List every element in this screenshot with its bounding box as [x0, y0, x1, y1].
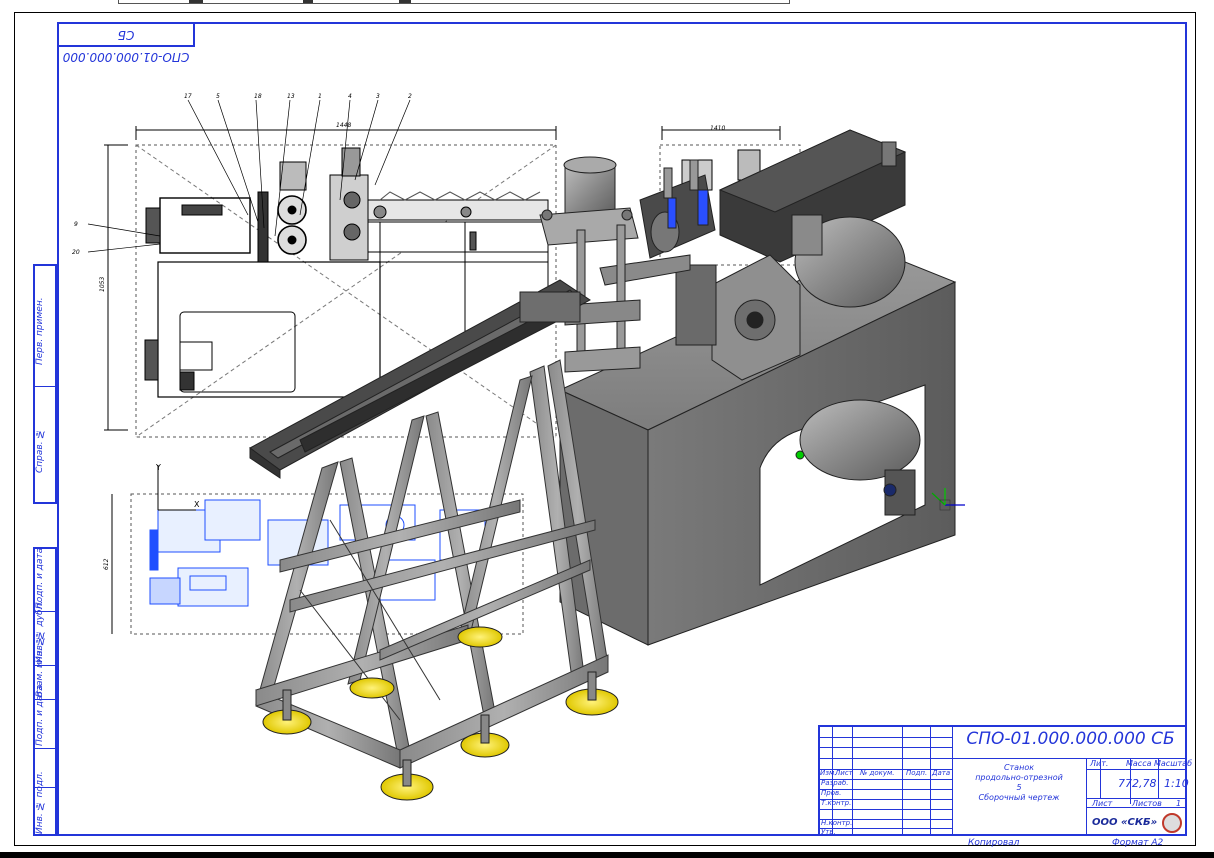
role-developer: Разраб. — [821, 779, 849, 787]
axis-y-label: Y — [155, 463, 161, 472]
company-emblem-icon — [1162, 813, 1182, 833]
callout-3: 3 — [376, 93, 380, 100]
callout-4: 4 — [348, 93, 352, 100]
row-label-change: Изм. — [820, 769, 837, 777]
callout-9: 9 — [74, 221, 78, 228]
footer-format: Формат A2 — [1112, 838, 1164, 848]
callout-13: 13 — [287, 93, 295, 100]
dim-top-1: 1448 — [336, 122, 351, 129]
title-designation: СПО-01.000.000.000 СБ — [966, 729, 1175, 749]
name-line-3: 5 — [1016, 783, 1022, 792]
callout-5: 5 — [216, 93, 220, 100]
row-label-docnum: № докум. — [860, 769, 895, 777]
bottom-bar — [0, 852, 1214, 858]
row-label-sign: Подп. — [906, 769, 928, 777]
name-line-4: Сборочный чертеж — [978, 793, 1060, 802]
scale-value: 1:10 — [1164, 777, 1189, 790]
name-line-1: Станок — [1003, 763, 1035, 772]
3d-press-column — [539, 156, 641, 373]
header-mass: Масса — [1126, 759, 1152, 768]
dim-bottom-left: 612 — [103, 558, 110, 570]
row-label-sheet: Лист — [835, 769, 853, 777]
role-norm-control: Н.контр. — [821, 819, 853, 827]
row-label-date: Дата — [932, 769, 951, 777]
top-2d-view — [87, 99, 557, 438]
callout-20: 20 — [72, 249, 80, 256]
callout-17: 17 — [184, 93, 192, 100]
company-name: ООО «СКБ» — [1092, 817, 1158, 828]
company-logo: ООО «СКБ» — [1092, 811, 1184, 835]
mass-value: 772,78 — [1118, 777, 1157, 790]
sheet-label: Лист — [1092, 799, 1113, 808]
name-line-2: продольно-отрезной — [975, 773, 1063, 782]
footer-copied: Копировал — [968, 838, 1020, 848]
header-lit: Лит. — [1090, 759, 1109, 768]
callout-1: 1 — [318, 93, 322, 100]
3d-feet — [262, 626, 619, 801]
dim-left: 1053 — [99, 277, 106, 292]
role-tech-control: Т.контр. — [821, 799, 852, 807]
title-block: СПО-01.000.000.000 СБ Изм. Лист № докум.… — [818, 725, 1192, 836]
callout-2: 2 — [408, 93, 412, 100]
dim-top-2: 1410 — [710, 125, 725, 132]
role-checked: Пров. — [821, 789, 842, 797]
sheets-value: 1 — [1176, 799, 1182, 808]
role-approved: Утв. — [821, 828, 836, 836]
sheets-label: Листов — [1132, 799, 1162, 808]
header-scale: Масштаб — [1154, 759, 1193, 768]
axis-x-label: X — [194, 500, 200, 509]
callout-18: 18 — [254, 93, 262, 100]
